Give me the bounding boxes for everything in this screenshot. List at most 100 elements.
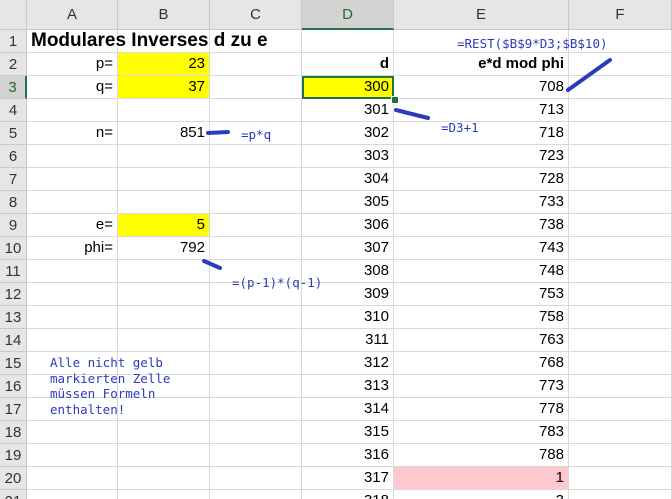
grid-cell[interactable] (118, 490, 210, 499)
grid-cell[interactable] (210, 352, 302, 375)
grid-cell[interactable] (569, 214, 672, 237)
cell-d[interactable]: 301 (302, 99, 394, 122)
column-header-f[interactable]: F (569, 0, 672, 30)
label-e[interactable]: e= (27, 214, 118, 237)
cell-d[interactable]: 315 (302, 421, 394, 444)
column-header-b[interactable]: B (118, 0, 210, 30)
select-all-corner[interactable] (0, 0, 27, 30)
row-header-9[interactable]: 9 (0, 214, 27, 237)
cell-emod[interactable]: 733 (394, 191, 569, 214)
row-header-15[interactable]: 15 (0, 352, 27, 375)
grid-cell[interactable] (569, 191, 672, 214)
row-header-20[interactable]: 20 (0, 467, 27, 490)
grid-cell[interactable] (569, 421, 672, 444)
row-header-19[interactable]: 19 (0, 444, 27, 467)
row-header-16[interactable]: 16 (0, 375, 27, 398)
cell-emod[interactable]: 748 (394, 260, 569, 283)
row-header-13[interactable]: 13 (0, 306, 27, 329)
row-header-1[interactable]: 1 (0, 30, 27, 53)
grid-cell[interactable] (569, 398, 672, 421)
row-header-17[interactable]: 17 (0, 398, 27, 421)
row-header-14[interactable]: 14 (0, 329, 27, 352)
label-q[interactable]: q= (27, 76, 118, 99)
cell-d[interactable]: 318 (302, 490, 394, 499)
grid-cell[interactable] (210, 490, 302, 499)
grid-cell[interactable] (210, 237, 302, 260)
cell-d[interactable]: 311 (302, 329, 394, 352)
row-header-5[interactable]: 5 (0, 122, 27, 145)
column-header-a[interactable]: A (27, 0, 118, 30)
grid-cell[interactable] (569, 283, 672, 306)
grid-cell[interactable] (569, 375, 672, 398)
grid-cell[interactable] (27, 490, 118, 499)
grid-cell[interactable] (27, 168, 118, 191)
input-q[interactable]: 37 (118, 76, 210, 99)
grid-cell[interactable] (118, 99, 210, 122)
cell-emod[interactable]: 773 (394, 375, 569, 398)
cell-emod[interactable]: 778 (394, 398, 569, 421)
grid-cell[interactable] (210, 444, 302, 467)
fill-handle[interactable] (391, 96, 399, 104)
cell-d[interactable]: 304 (302, 168, 394, 191)
grid-cell[interactable] (210, 398, 302, 421)
cell-d[interactable]: 303 (302, 145, 394, 168)
grid-cell[interactable] (210, 329, 302, 352)
grid-cell[interactable] (302, 30, 394, 53)
grid-cell[interactable] (118, 444, 210, 467)
cell-emod[interactable]: 743 (394, 237, 569, 260)
row-header-7[interactable]: 7 (0, 168, 27, 191)
grid-cell[interactable] (210, 168, 302, 191)
input-e[interactable]: 5 (118, 214, 210, 237)
grid-cell[interactable] (210, 76, 302, 99)
grid-cell[interactable] (27, 283, 118, 306)
grid-cell[interactable] (210, 99, 302, 122)
value-n[interactable]: 851 (118, 122, 210, 145)
cell-emod[interactable]: 728 (394, 168, 569, 191)
sheet-title[interactable]: Modulares Inverses d zu e (27, 30, 302, 53)
grid-cell[interactable] (118, 421, 210, 444)
cell-d[interactable]: 305 (302, 191, 394, 214)
grid-cell[interactable] (210, 145, 302, 168)
grid-cell[interactable] (118, 191, 210, 214)
grid-cell[interactable] (569, 76, 672, 99)
cell-d[interactable]: 313 (302, 375, 394, 398)
cell-emod-result[interactable]: 1 (394, 467, 569, 490)
cell-emod[interactable]: 753 (394, 283, 569, 306)
row-header-10[interactable]: 10 (0, 237, 27, 260)
grid-cell[interactable] (118, 145, 210, 168)
cell-emod[interactable]: 783 (394, 421, 569, 444)
cell-d-start[interactable]: 300 (302, 76, 394, 99)
grid-cell[interactable] (569, 260, 672, 283)
grid-cell[interactable] (569, 122, 672, 145)
grid-cell[interactable] (210, 467, 302, 490)
cell-emod[interactable]: 708 (394, 76, 569, 99)
cell-emod[interactable]: 758 (394, 306, 569, 329)
grid-cell[interactable] (118, 260, 210, 283)
cell-d[interactable]: 314 (302, 398, 394, 421)
grid-cell[interactable] (27, 421, 118, 444)
grid-cell[interactable] (569, 306, 672, 329)
row-header-3[interactable]: 3 (0, 76, 27, 99)
grid-cell[interactable] (210, 306, 302, 329)
grid-cell[interactable] (569, 444, 672, 467)
cell-d[interactable]: 317 (302, 467, 394, 490)
row-header-6[interactable]: 6 (0, 145, 27, 168)
grid-cell[interactable] (569, 490, 672, 499)
cell-emod[interactable]: 768 (394, 352, 569, 375)
row-header-11[interactable]: 11 (0, 260, 27, 283)
grid-cell[interactable] (27, 145, 118, 168)
grid-cell[interactable] (569, 329, 672, 352)
column-header-e[interactable]: E (394, 0, 569, 30)
cell-d[interactable]: 310 (302, 306, 394, 329)
grid-cell[interactable] (569, 467, 672, 490)
grid-cell[interactable] (569, 168, 672, 191)
row-header-8[interactable]: 8 (0, 191, 27, 214)
grid-cell[interactable] (210, 191, 302, 214)
cell-emod[interactable]: 738 (394, 214, 569, 237)
grid-cell[interactable] (118, 467, 210, 490)
row-header-12[interactable]: 12 (0, 283, 27, 306)
header-d[interactable]: d (302, 53, 394, 76)
row-header-2[interactable]: 2 (0, 53, 27, 76)
grid-cell[interactable] (569, 145, 672, 168)
column-header-d[interactable]: D (302, 0, 394, 30)
